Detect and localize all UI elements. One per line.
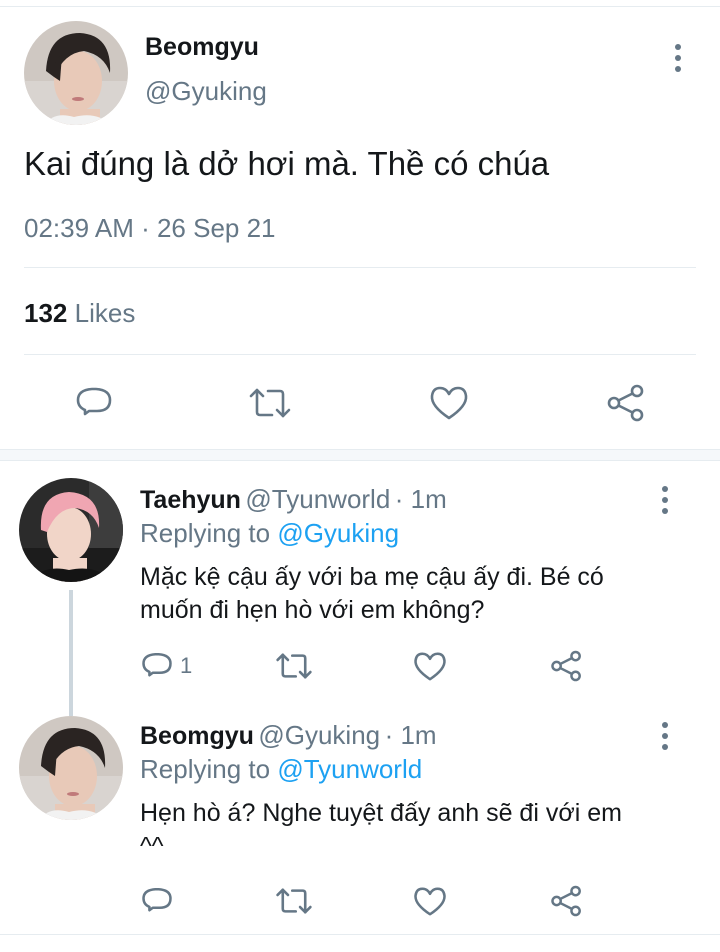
tweet-timestamp[interactable]: 02:39 AM · 26 Sep 21 bbox=[24, 213, 276, 244]
like-icon[interactable] bbox=[429, 385, 469, 421]
more-options-icon[interactable] bbox=[662, 722, 668, 755]
reply-time: · 1m bbox=[384, 720, 437, 750]
divider bbox=[24, 267, 696, 268]
avatar[interactable] bbox=[19, 478, 123, 582]
avatar[interactable] bbox=[24, 21, 128, 125]
mention-link[interactable]: @Tyunworld bbox=[277, 754, 422, 784]
author-handle: @Gyuking bbox=[258, 720, 381, 750]
reply-text: Hẹn hò á? Nghe tuyệt đấy anh sẽ đi với e… bbox=[140, 797, 622, 863]
replying-to: Replying to @Tyunworld bbox=[140, 754, 422, 785]
section-separator bbox=[0, 449, 720, 461]
more-options-icon[interactable] bbox=[662, 486, 668, 519]
reply-icon[interactable] bbox=[141, 885, 173, 917]
share-icon[interactable] bbox=[550, 650, 583, 682]
top-divider bbox=[0, 6, 720, 7]
share-icon[interactable] bbox=[550, 885, 583, 917]
thread-line bbox=[69, 590, 73, 716]
author-name: Beomgyu bbox=[140, 722, 254, 750]
tweet-text: Kai đúng là dở hơi mà. Thề có chúa bbox=[24, 145, 550, 182]
author-name[interactable]: Beomgyu bbox=[145, 33, 259, 62]
like-icon[interactable] bbox=[413, 651, 447, 682]
reply-count: 1 bbox=[180, 653, 193, 678]
likes-label: Likes bbox=[74, 298, 136, 328]
reply-text-line: Mặc kệ cậu ấy với ba mẹ cậu ấy đi. Bé có bbox=[140, 563, 604, 591]
author-handle: @Tyunworld bbox=[245, 484, 391, 514]
retweet-icon[interactable] bbox=[275, 651, 313, 681]
reply-text: Mặc kệ cậu ấy với ba mẹ cậu ấy đi. Bé có… bbox=[140, 561, 604, 627]
replying-to: Replying to @Gyuking bbox=[140, 518, 399, 549]
reply-icon[interactable] bbox=[141, 650, 173, 682]
retweet-icon[interactable] bbox=[275, 886, 313, 916]
replying-prefix: Replying to bbox=[140, 754, 271, 784]
likes-count: 132 bbox=[24, 298, 68, 328]
reply-header[interactable]: Taehyun @Tyunworld · 1m bbox=[140, 484, 447, 515]
retweet-icon[interactable] bbox=[248, 386, 292, 420]
author-name: Taehyun bbox=[140, 486, 241, 514]
reply-icon[interactable] bbox=[75, 384, 113, 422]
like-icon[interactable] bbox=[413, 886, 447, 917]
reply-text-line: Hẹn hò á? Nghe tuyệt đấy anh sẽ đi với e… bbox=[140, 799, 622, 827]
reply-header[interactable]: Beomgyu @Gyuking · 1m bbox=[140, 720, 437, 751]
reply-text-line: ^^ bbox=[140, 832, 164, 860]
reply-time: · 1m bbox=[394, 484, 447, 514]
more-options-icon[interactable] bbox=[675, 44, 681, 77]
divider bbox=[24, 354, 696, 355]
author-handle[interactable]: @Gyuking bbox=[145, 76, 267, 107]
mention-link[interactable]: @Gyuking bbox=[277, 518, 399, 548]
avatar[interactable] bbox=[19, 716, 123, 820]
share-icon[interactable] bbox=[606, 384, 646, 422]
bottom-divider bbox=[0, 934, 720, 935]
reply-text-line: muốn đi hẹn hò với em không? bbox=[140, 596, 485, 624]
likes-stat[interactable]: 132 Likes bbox=[24, 298, 135, 329]
replying-prefix: Replying to bbox=[140, 518, 271, 548]
